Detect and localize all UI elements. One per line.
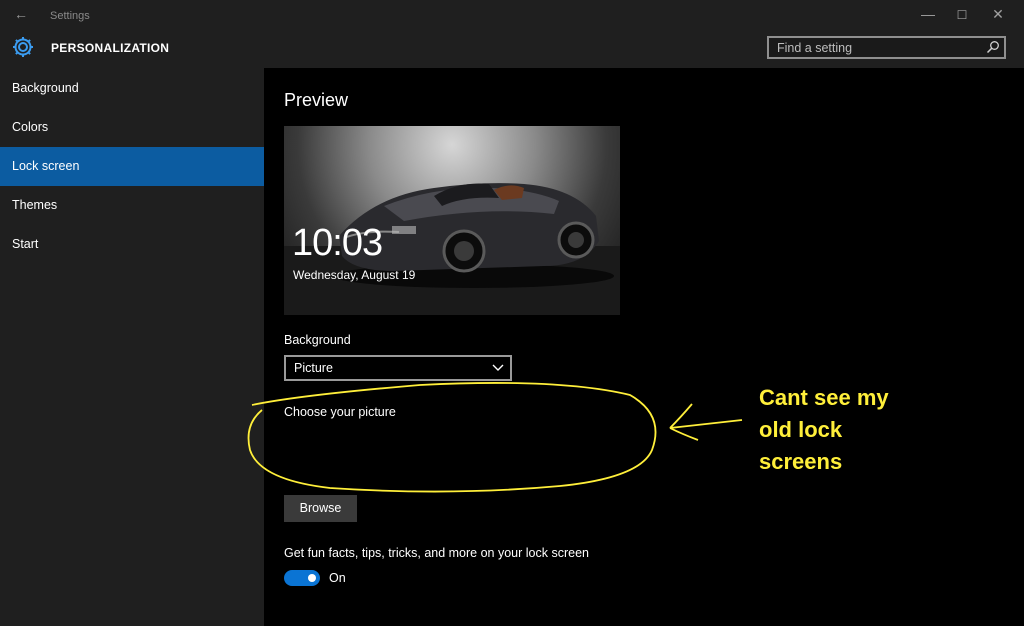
background-label: Background [284, 333, 351, 347]
main-content: Preview 10:03 Wednesday, August 19 Backg… [264, 68, 1024, 626]
annotation-line: Cant see my [759, 385, 889, 410]
annotation-text: Cant see my old lock screens [759, 382, 939, 478]
toggle-state-label: On [329, 571, 346, 585]
choose-picture-label: Choose your picture [284, 405, 396, 419]
annotation-line: old lock [759, 417, 843, 442]
chevron-down-icon [492, 364, 504, 371]
preview-heading: Preview [284, 90, 349, 110]
title-bar: ← Settings — ☐ ✕ [0, 0, 1024, 32]
annotation-line: screens [759, 449, 843, 474]
minimize-button[interactable]: — [918, 6, 938, 22]
search-icon[interactable] [986, 40, 1000, 54]
preview-time: 10:03 [292, 222, 383, 264]
fun-facts-label: Get fun facts, tips, tricks, and more on… [284, 546, 589, 560]
lock-screen-preview: 10:03 Wednesday, August 19 [284, 126, 620, 315]
gear-icon [13, 37, 33, 57]
car-image [284, 183, 620, 315]
search-input[interactable] [777, 40, 977, 56]
browse-button[interactable]: Browse [284, 495, 357, 522]
preview-date: Wednesday, August 19 [293, 268, 416, 282]
fun-facts-toggle[interactable] [284, 570, 320, 586]
back-arrow-icon[interactable]: ← [14, 6, 28, 22]
page-title: PERSONALIZATION [51, 41, 170, 55]
sidebar-item-lock-screen[interactable]: Lock screen [0, 147, 264, 186]
sidebar-item-colors[interactable]: Colors [0, 108, 264, 147]
sidebar-item-start[interactable]: Start [0, 225, 264, 264]
maximize-button[interactable]: ☐ [952, 8, 972, 22]
background-dropdown[interactable]: Picture [284, 355, 512, 381]
toggle-knob [308, 574, 316, 582]
close-button[interactable]: ✕ [988, 6, 1008, 23]
search-box[interactable] [767, 36, 1006, 59]
sidebar-item-themes[interactable]: Themes [0, 186, 264, 225]
sidebar-item-background[interactable]: Background [0, 69, 264, 108]
sidebar: Background Colors Lock screen Themes Sta… [0, 68, 264, 626]
background-dropdown-value: Picture [294, 361, 333, 375]
app-header: PERSONALIZATION [0, 32, 1024, 68]
window-title: Settings [50, 10, 90, 22]
